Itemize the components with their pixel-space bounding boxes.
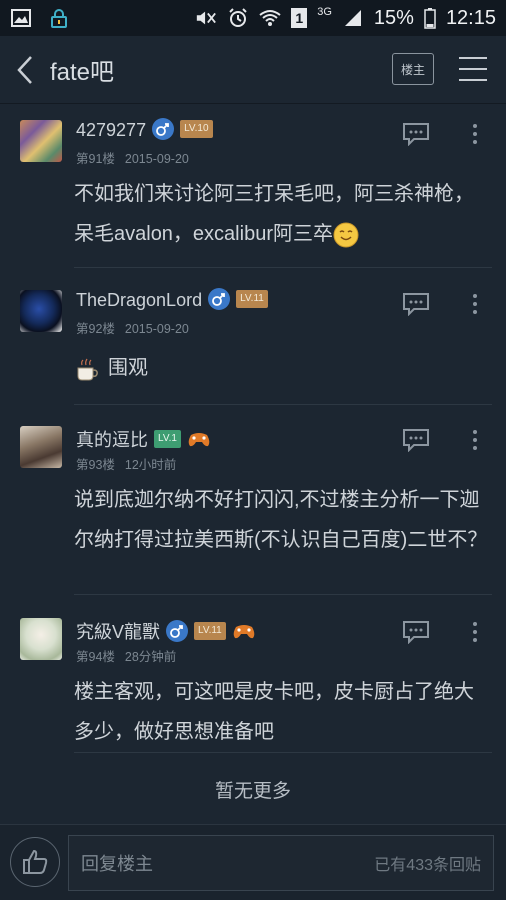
floor-number: 第92楼	[76, 322, 115, 336]
male-icon	[208, 288, 231, 311]
lock-notification-icon	[48, 9, 70, 28]
network-type: 3G	[317, 6, 332, 18]
floor-number: 第93楼	[76, 458, 115, 472]
battery-icon	[424, 8, 436, 29]
avatar[interactable]	[20, 426, 62, 468]
post-time: 12小时前	[124, 458, 177, 472]
post-content: 楼主客观，可这吧是皮卡吧，皮卡厨占了绝大多少，做好思想准备吧	[74, 681, 474, 743]
divider	[74, 752, 492, 753]
post-content: 说到底迦尔纳不好打闪闪,不过楼主分析一下迦尔纳打得过拉美西斯(不认识自己百度)二…	[74, 489, 488, 551]
bottom-bar: 回复楼主 已有433条回贴	[0, 824, 506, 900]
clock: 12:15	[445, 6, 496, 29]
username[interactable]: 究級V龍獸	[76, 622, 160, 642]
sim-indicator: 1	[291, 8, 308, 28]
more-icon[interactable]	[466, 122, 484, 146]
status-bar: 1 3G 15% 12:15	[0, 0, 506, 36]
floor-number: 第94楼	[76, 650, 115, 664]
level-badge: LV.10	[180, 120, 213, 139]
divider	[74, 404, 492, 405]
post-time: 28分钟前	[124, 650, 177, 664]
male-icon	[152, 118, 175, 141]
owner-only-button[interactable]: 楼主	[392, 53, 434, 85]
divider	[74, 267, 492, 268]
comment-icon[interactable]	[402, 292, 430, 316]
avatar[interactable]	[20, 290, 62, 332]
post-content: 围观	[108, 357, 148, 379]
smile-emoji-icon	[333, 222, 359, 248]
tea-emoji-icon	[74, 356, 100, 382]
game-controller-icon	[187, 430, 211, 448]
signal-icon	[342, 9, 364, 27]
more-icon[interactable]	[466, 428, 484, 452]
reply-count: 已有433条回贴	[374, 857, 481, 874]
comment-icon[interactable]	[402, 428, 430, 452]
battery-percent: 15%	[373, 6, 414, 29]
gallery-icon	[10, 9, 32, 27]
comment-icon[interactable]	[402, 122, 430, 146]
no-more-label: 暂无更多	[214, 781, 291, 802]
avatar[interactable]	[20, 618, 62, 660]
title-bar: fate吧 楼主	[0, 36, 506, 104]
level-badge: LV.1	[154, 430, 181, 449]
page-title: fate吧	[50, 59, 115, 86]
post-content: 不如我们来讨论阿三打呆毛吧，阿三杀神枪，呆毛avalon，excalibur阿三…	[74, 183, 474, 245]
male-icon	[166, 620, 189, 643]
level-badge: LV.11	[236, 290, 268, 309]
avatar[interactable]	[20, 120, 62, 162]
more-icon[interactable]	[466, 292, 484, 316]
reply-input[interactable]: 回复楼主 已有433条回贴	[68, 835, 494, 891]
floor-number: 第91楼	[76, 152, 115, 166]
level-badge: LV.11	[194, 622, 226, 641]
post-time: 2015-09-20	[124, 152, 189, 166]
username[interactable]: TheDragonLord	[76, 290, 202, 310]
username[interactable]: 4279277	[76, 120, 146, 140]
hamburger-icon	[459, 57, 487, 81]
comment-icon[interactable]	[402, 620, 430, 644]
menu-button[interactable]	[456, 52, 490, 86]
mute-icon	[195, 9, 217, 27]
alarm-icon	[227, 8, 249, 27]
wifi-icon	[259, 9, 281, 27]
like-button[interactable]	[10, 837, 60, 887]
back-button[interactable]	[0, 36, 50, 104]
chevron-left-icon	[17, 55, 32, 84]
reply-placeholder: 回复楼主	[81, 854, 153, 874]
divider	[74, 594, 492, 595]
game-controller-icon	[232, 622, 256, 640]
more-icon[interactable]	[466, 620, 484, 644]
post-time: 2015-09-20	[124, 322, 189, 336]
thumbs-up-icon	[23, 849, 48, 874]
username[interactable]: 真的逗比	[76, 430, 148, 450]
